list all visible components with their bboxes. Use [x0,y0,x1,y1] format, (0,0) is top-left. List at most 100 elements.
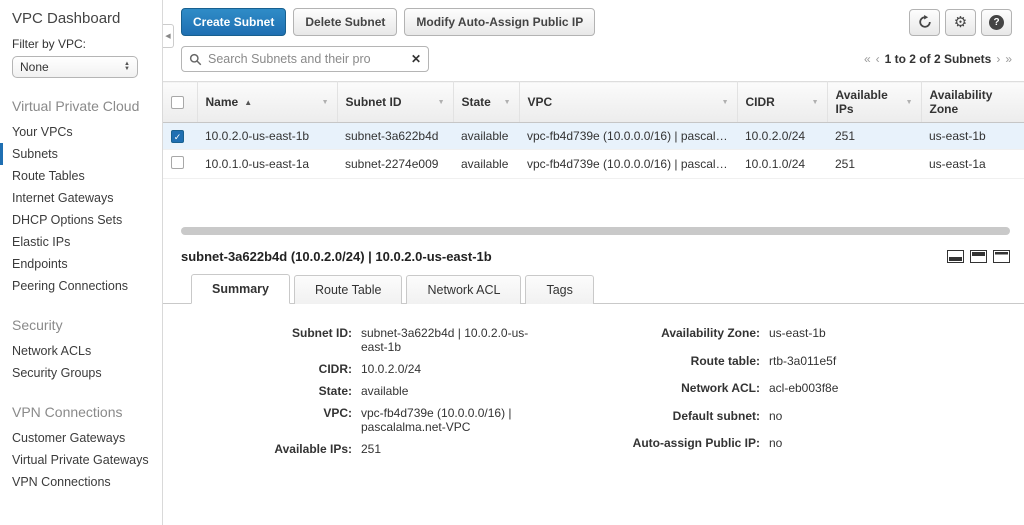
modify-auto-assign-public-ip-button[interactable]: Modify Auto-Assign Public IP [404,8,596,36]
pagination-first-button[interactable]: « [864,52,871,66]
summary-field-state: State: available [227,380,535,402]
sidebar-item-vpn-connections[interactable]: VPN Connections [0,471,162,493]
pane-layout-full-icon[interactable] [993,250,1010,263]
cell-name: 10.0.1.0-us-east-1a [197,149,337,179]
chevron-left-icon: ◀ [165,33,171,40]
sidebar-item-internet-gateways[interactable]: Internet Gateways [0,187,162,209]
detail-header: subnet-3a622b4d (10.0.2.0/24) | 10.0.2.0… [163,235,1024,274]
summary-panel: Subnet ID: subnet-3a622b4d | 10.0.2.0-us… [163,304,1024,460]
tab-summary[interactable]: Summary [191,274,290,304]
pane-splitter-handle[interactable] [181,227,1010,235]
pane-layout-split-icon[interactable] [970,250,987,263]
help-button[interactable]: ? [981,8,1012,36]
sidebar-item-route-tables[interactable]: Route Tables [0,165,162,187]
column-menu-icon[interactable]: ▼ [808,99,819,106]
field-label: Default subnet: [672,408,760,423]
column-menu-icon[interactable]: ▼ [902,99,913,106]
cell-vpc: vpc-fb4d739e (10.0.0.0/16) | pascalal... [519,122,737,150]
sort-asc-icon: ▲ [244,97,253,107]
sidebar-item-customer-gateways[interactable]: Customer Gateways [0,427,162,449]
gear-icon: ⚙ [953,13,968,31]
column-menu-icon[interactable]: ▼ [718,99,729,106]
field-label: Available IPs: [274,442,352,456]
column-header-state[interactable]: State ▼ [453,81,520,123]
summary-field-default-subnet: Default subnet: no [605,405,838,433]
delete-subnet-button[interactable]: Delete Subnet [293,8,398,36]
cell-available-ips: 251 [827,149,921,179]
section-security: Security Network ACLs Security Groups [0,317,162,384]
sidebar-collapse-button[interactable]: ◀ [163,24,174,48]
column-header-vpc[interactable]: VPC ▼ [519,81,738,123]
column-header-available-ips[interactable]: Available IPs ▼ [827,81,922,123]
sidebar-item-dhcp-options-sets[interactable]: DHCP Options Sets [0,209,162,231]
row-checkbox[interactable] [171,156,184,169]
select-all-header[interactable] [163,81,198,123]
toolbar-right: ⚙ ? [909,8,1012,36]
main-panel: ◀ Create Subnet Delete Subnet Modify Aut… [162,0,1024,525]
column-menu-icon[interactable]: ▼ [318,99,329,106]
pagination-last-button[interactable]: » [1005,52,1012,66]
refresh-button[interactable] [909,8,940,36]
cell-subnet-id: subnet-3a622b4d [337,122,453,150]
sidebar-item-your-vpcs[interactable]: Your VPCs [0,121,162,143]
column-header-cidr[interactable]: CIDR ▼ [737,81,828,123]
create-subnet-button[interactable]: Create Subnet [181,8,287,36]
field-label: Subnet ID: [292,326,352,340]
summary-field-vpc: VPC: vpc-fb4d739e (10.0.0.0/16) | pascal… [227,402,535,438]
cell-cidr: 10.0.1.0/24 [737,149,827,179]
clear-search-icon[interactable]: ✕ [411,53,421,65]
column-header-name[interactable]: Name ▲ ▼ [197,81,338,123]
field-label: State: [318,384,352,398]
cell-available-ips: 251 [827,122,921,150]
search-row: ✕ « ‹ 1 to 2 of 2 Subnets › » [163,44,1024,81]
summary-field-cidr: CIDR: 10.0.2.0/24 [227,358,535,380]
filter-by-vpc-label: Filter by VPC: [12,37,87,51]
pagination-prev-button[interactable]: ‹ [876,52,880,66]
column-menu-icon[interactable]: ▼ [500,99,511,106]
sidebar-item-virtual-private-gateways[interactable]: Virtual Private Gateways [0,449,162,471]
field-value: available [361,384,409,398]
sidebar-item-elastic-ips[interactable]: Elastic IPs [0,231,162,253]
route-table-link[interactable]: rtb-3a011e5f [765,350,838,378]
summary-field-route-table: Route table: rtb-3a011e5f [605,350,838,378]
sidebar-item-endpoints[interactable]: Endpoints [0,253,162,275]
help-icon: ? [989,14,1004,30]
cell-vpc: vpc-fb4d739e (10.0.0.0/16) | pascalal... [519,149,737,179]
field-value: 10.0.2.0/24 [361,362,422,376]
summary-right-column: Availability Zone: us-east-1b Route tabl… [605,322,839,460]
tab-tags[interactable]: Tags [525,275,594,304]
search-input[interactable] [208,52,405,66]
search-icon [189,53,202,65]
table-row[interactable]: 10.0.1.0-us-east-1a subnet-2274e009 avai… [163,149,1024,179]
tab-route-table[interactable]: Route Table [293,275,403,304]
settings-button[interactable]: ⚙ [945,8,976,36]
refresh-icon [918,15,931,28]
network-acl-link[interactable]: acl-eb003f8e [765,377,838,405]
sidebar-item-security-groups[interactable]: Security Groups [0,362,162,384]
vpc-link[interactable]: vpc-fb4d739e (10.0.0.0/16) | pascalalma.… [357,402,535,438]
field-value: no [769,408,783,423]
field-value: us-east-1b [769,326,826,340]
field-label: Network ACL: [681,381,760,396]
field-value: subnet-3a622b4d | 10.0.2.0-us-east-1b [361,326,529,354]
sidebar-item-subnets[interactable]: Subnets [0,143,162,165]
column-menu-icon[interactable]: ▼ [434,99,445,106]
field-value: no [769,436,783,451]
sidebar: VPC Dashboard Filter by VPC: None ▲ ▼ Vir… [0,0,162,525]
column-header-availability-zone[interactable]: Availability Zone [921,81,1024,123]
field-label: Route table: [690,353,760,368]
tab-network-acl[interactable]: Network ACL [406,275,522,304]
pane-layout-bottom-icon[interactable] [947,250,964,263]
cell-name: 10.0.2.0-us-east-1b [197,122,337,150]
vpc-filter-select[interactable]: None ▲ ▼ [12,56,138,78]
cell-availability-zone: us-east-1a [921,149,1024,179]
row-checkbox[interactable]: ✓ [171,130,184,143]
sidebar-item-network-acls[interactable]: Network ACLs [0,340,162,362]
pagination-next-button[interactable]: › [996,52,1000,66]
sidebar-item-peering-connections[interactable]: Peering Connections [0,275,162,297]
column-header-subnet-id[interactable]: Subnet ID ▼ [337,81,454,123]
vpc-filter-value: None [20,60,49,74]
select-all-checkbox[interactable] [171,95,184,109]
pane-layout-controls [947,250,1010,263]
table-row[interactable]: ✓ 10.0.2.0-us-east-1b subnet-3a622b4d av… [163,122,1024,150]
